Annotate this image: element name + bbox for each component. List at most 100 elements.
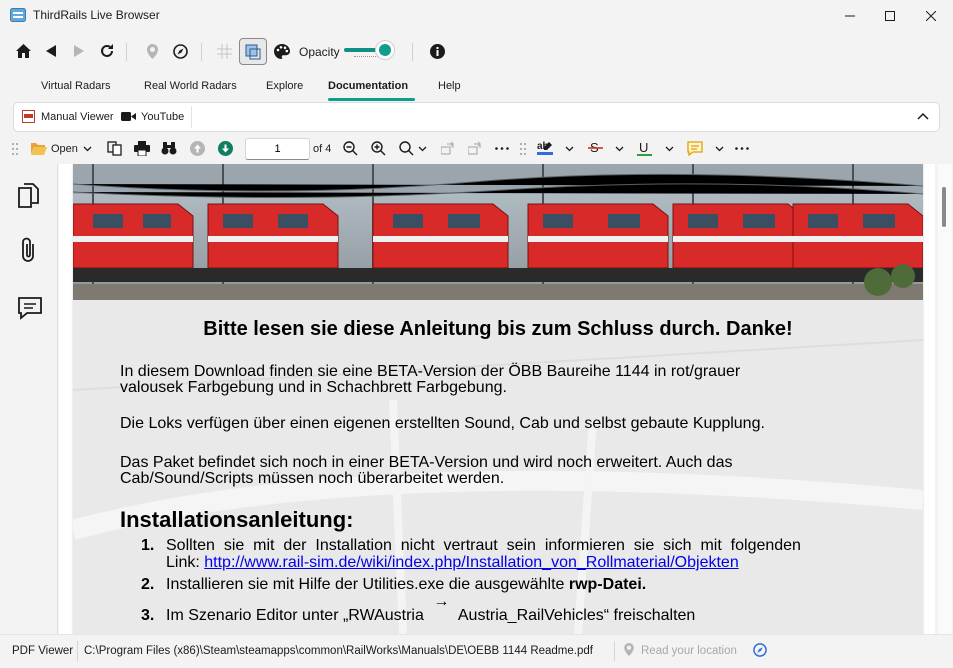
highlight-dropdown-chevron-icon[interactable] [565,146,574,152]
highlight-icon[interactable]: ab [536,139,554,157]
zoom-in-icon[interactable] [371,141,386,156]
grid-icon [216,43,232,59]
scrollbar-thumb[interactable] [942,187,946,227]
zoom-out-icon[interactable] [343,141,358,156]
pdf-page: Bitte lesen sie diese Anleitung bis zum … [73,164,923,634]
step-text-part: Austria_RailVehicles“ freischalten [454,607,696,624]
tab-help[interactable]: Help [438,80,461,92]
pdf-document-area[interactable]: Bitte lesen sie diese Anleitung bis zum … [59,164,935,634]
file-path-label: C:\Program Files (x86)\Steam\steamapps\c… [84,645,593,657]
toolbar-separator [201,43,202,61]
tab-explore[interactable]: Explore [266,80,303,92]
step-text-part: Im Szenario Editor unter „RWAustria [166,607,429,624]
overlay-window-icon [245,44,261,59]
palette-icon [274,43,290,59]
find-binoculars-icon[interactable] [161,141,177,155]
viewer-mode-label: PDF Viewer [12,645,74,657]
subtab-separator [191,106,192,128]
strikethrough-dropdown-chevron-icon[interactable] [615,146,624,152]
active-tab-indicator [328,98,415,101]
strikethrough-icon[interactable]: S [588,140,603,157]
status-separator [614,641,615,661]
drag-grip-icon[interactable] [12,143,18,155]
previous-page-icon[interactable] [190,141,205,156]
drag-grip-icon[interactable] [520,143,526,155]
compass-icon [172,43,188,59]
step-number: 3. [141,607,155,624]
compass-icon[interactable] [753,643,767,657]
svg-text:U: U [639,140,648,155]
document-paragraph: Das Paket befindet sich noch in einer BE… [120,454,733,471]
toolbar-separator [126,43,127,61]
subtab-youtube[interactable]: YouTube [141,111,184,123]
color-palette-button[interactable] [269,38,295,64]
zoom-menu-icon[interactable] [399,141,414,156]
page-number-input[interactable] [245,138,310,160]
rotate-counterclockwise-icon[interactable] [468,141,483,155]
print-icon[interactable] [134,141,150,156]
info-button[interactable] [424,38,450,64]
step-text: Im Szenario Editor unter „RWAustria → Au… [166,594,696,624]
locomotive-photo [73,164,923,300]
subtab-manual-viewer[interactable]: Manual Viewer [41,111,114,123]
pages-thumbnails-icon[interactable] [17,183,41,209]
step-number: 1. [141,537,155,554]
attachment-paperclip-icon[interactable] [19,236,39,264]
tab-documentation[interactable]: Documentation [328,80,408,92]
document-paragraph: Die Loks verfügen über einen eigenen ers… [120,415,765,432]
home-button[interactable] [10,38,36,64]
step-text-prefix: Installieren sie mit Hilfe der Utilities… [166,576,569,593]
document-paragraph: valousek Farbgebung und in Schachbrett F… [120,379,507,396]
open-folder-icon[interactable] [31,142,47,155]
pdf-icon [22,110,35,123]
location-pin-button[interactable] [139,38,165,64]
zoom-dropdown-chevron-icon[interactable] [418,146,427,152]
window-title: ThirdRails Live Browser [33,8,160,22]
forward-button[interactable] [66,38,92,64]
step-link-line: Link: http://www.rail-sim.de/wiki/index.… [166,555,739,571]
compass-button[interactable] [167,38,193,64]
step-text: Sollten sie mit der Installation nicht v… [166,537,801,554]
rotate-clockwise-icon[interactable] [441,141,456,155]
comment-note-icon[interactable] [687,141,703,156]
overlay-toggle-button[interactable] [239,38,267,65]
vertical-scrollbar[interactable] [938,164,952,634]
refresh-button[interactable] [94,38,120,64]
opacity-slider-thumb[interactable] [375,40,395,60]
info-icon [429,43,445,59]
comment-dropdown-chevron-icon[interactable] [715,146,724,152]
maximize-button[interactable] [867,0,913,31]
forward-icon [74,45,84,57]
document-paragraph: Cab/Sound/Scripts müssen noch überarbeit… [120,470,505,487]
tab-real-world-radars[interactable]: Real World Radars [144,80,237,92]
status-separator [77,641,78,661]
more-annotations-icon[interactable] [735,147,749,150]
location-pin-icon [624,643,634,656]
document-paragraph: In diesem Download finden sie eine BETA-… [120,363,741,380]
tab-virtual-radars[interactable]: Virtual Radars [41,80,111,92]
refresh-icon [101,44,113,57]
step-text-bold: rwp-Datei. [568,576,647,593]
video-camera-icon [121,111,136,122]
open-button[interactable]: Open [51,143,78,155]
back-button[interactable] [38,38,64,64]
grid-button[interactable] [211,38,237,64]
page-setup-icon[interactable] [107,141,122,156]
close-button[interactable] [908,0,953,31]
collapse-chevron-up-icon[interactable] [917,112,929,120]
open-dropdown-chevron-icon[interactable] [83,146,92,152]
minimize-icon [845,15,855,16]
home-icon [15,44,31,58]
close-icon [926,10,936,21]
more-options-icon[interactable] [495,147,509,150]
underline-dropdown-chevron-icon[interactable] [665,146,674,152]
rail-sim-wiki-link[interactable]: http://www.rail-sim.de/wiki/index.php/In… [204,554,738,571]
underline-icon[interactable]: U [637,140,652,157]
toolbar-separator [412,43,413,61]
step-text: Installieren sie mit Hilfe der Utilities… [166,577,646,593]
arrow-right-icon: → [433,593,450,610]
opacity-label: Opacity [299,45,340,59]
comments-panel-icon[interactable] [17,296,43,320]
section-title: Installationsanleitung: [120,507,354,532]
next-page-icon[interactable] [218,141,233,156]
